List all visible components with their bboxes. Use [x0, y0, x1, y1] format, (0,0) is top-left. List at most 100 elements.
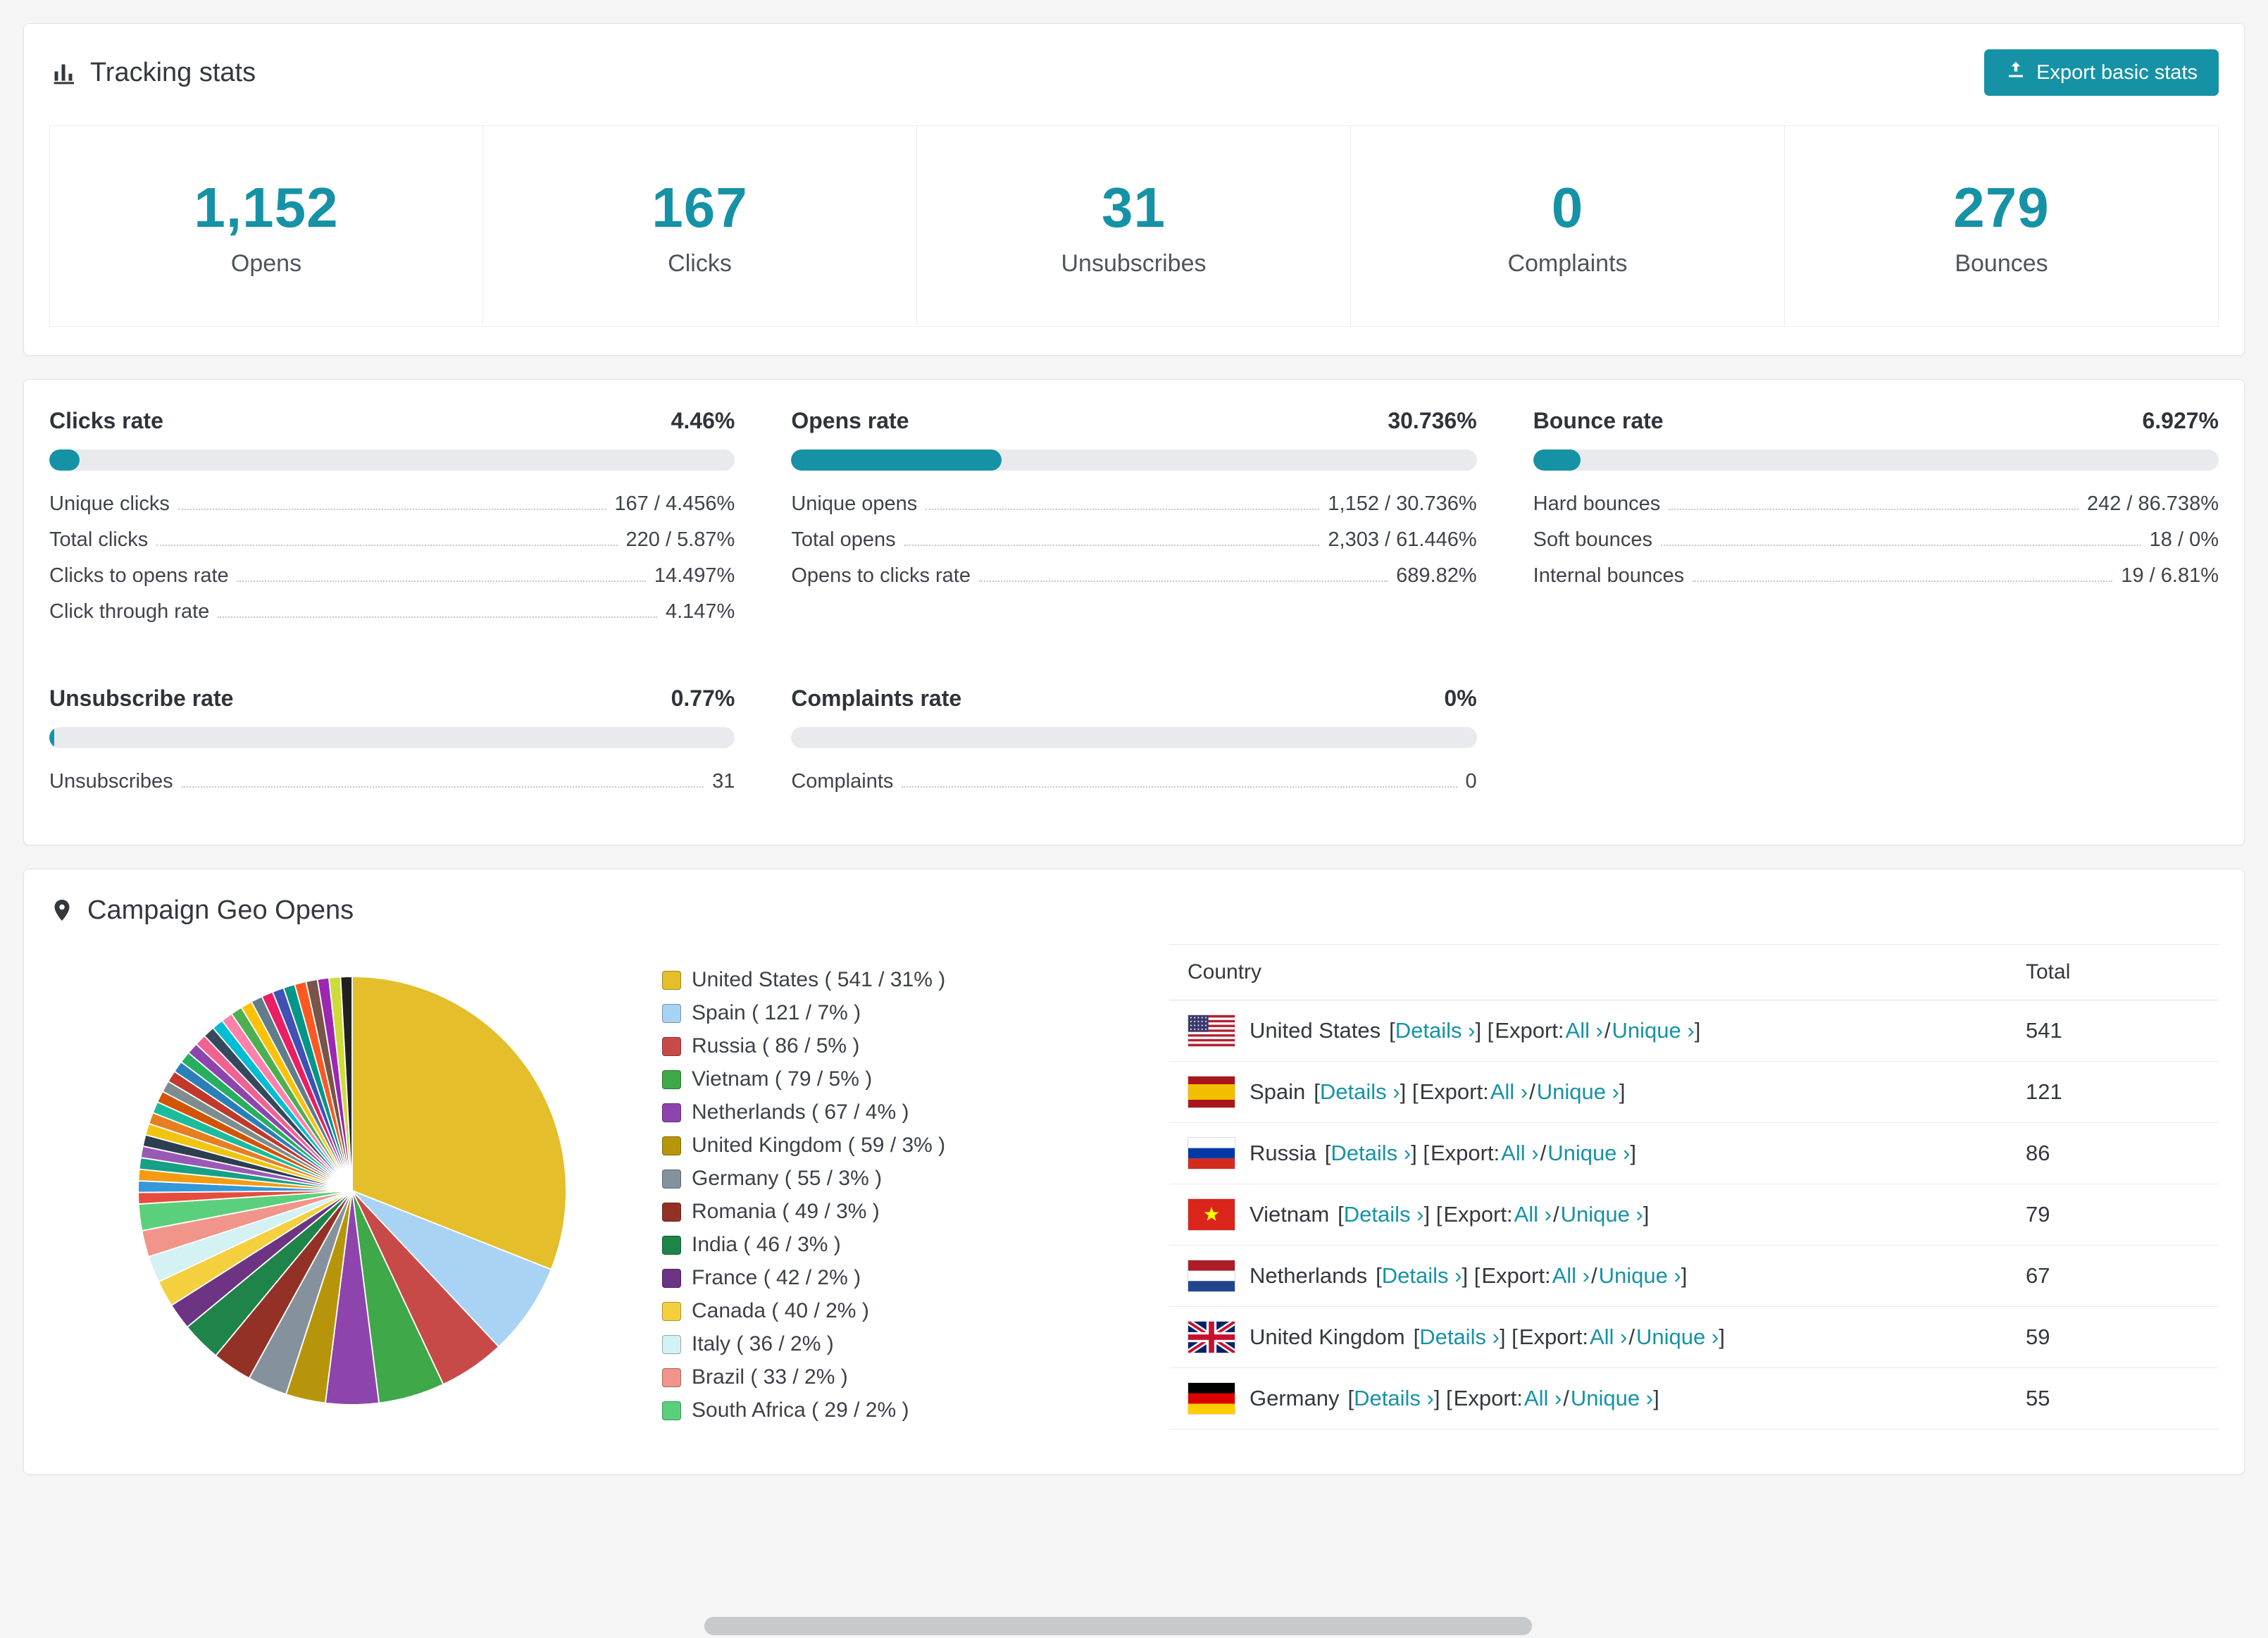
- country-header: Country: [1169, 944, 2007, 1000]
- legend-label: Brazil ( 33 / 2% ): [692, 1365, 848, 1389]
- metric-row: Unique opens 1,152 / 30.736%: [791, 482, 1476, 518]
- rate-rows: Unique clicks 167 / 4.456% Total clicks …: [49, 482, 735, 626]
- country-total: 79: [2007, 1184, 2219, 1246]
- legend-label: Spain ( 121 / 7% ): [692, 1001, 861, 1024]
- legend-item[interactable]: Romania ( 49 / 3% ): [662, 1200, 1085, 1224]
- country-export-all-link[interactable]: All ›: [1501, 1141, 1538, 1166]
- rate-rows: Complaints 0: [791, 759, 1476, 795]
- legend-swatch: [662, 1202, 681, 1222]
- export-prefix: Export:: [1519, 1324, 1588, 1349]
- legend-swatch: [662, 970, 681, 990]
- country-export-unique-link[interactable]: Unique ›: [1636, 1324, 1719, 1350]
- country-details-link[interactable]: Details ›: [1395, 1018, 1476, 1043]
- country-name: Germany: [1250, 1386, 1340, 1410]
- country-details-link[interactable]: Details ›: [1320, 1079, 1400, 1105]
- progress-fill: [1533, 449, 1581, 471]
- legend-label: United States ( 541 / 31% ): [692, 968, 946, 991]
- metric-label: Unique clicks: [49, 492, 170, 515]
- country-details-link[interactable]: Details ›: [1419, 1324, 1500, 1350]
- country-export-all-link[interactable]: All ›: [1524, 1386, 1562, 1411]
- rate-block: Clicks rate 4.46% Unique clicks 167 / 4.…: [49, 408, 735, 626]
- table-row: Spain [Details ›] [Export: All › / Uniqu…: [1169, 1061, 2219, 1123]
- country-export-all-link[interactable]: All ›: [1552, 1263, 1590, 1289]
- export-prefix: Export:: [1430, 1141, 1500, 1165]
- country-name: United States: [1250, 1018, 1381, 1043]
- country-export-unique-link[interactable]: Unique ›: [1547, 1141, 1630, 1166]
- legend-swatch: [662, 1268, 681, 1288]
- metric-label: Unique opens: [791, 492, 918, 515]
- legend-item[interactable]: Spain ( 121 / 7% ): [662, 1001, 1085, 1025]
- country-export-unique-link[interactable]: Unique ›: [1571, 1386, 1653, 1411]
- country-total: 59: [2007, 1306, 2219, 1368]
- legend-item[interactable]: France ( 42 / 2% ): [662, 1266, 1085, 1290]
- country-export-all-link[interactable]: All ›: [1514, 1202, 1552, 1227]
- horizontal-scrollbar-thumb[interactable]: [704, 1617, 1532, 1635]
- metric-label: Opens to clicks rate: [791, 564, 971, 587]
- export-basic-stats-button[interactable]: Export basic stats: [1984, 49, 2219, 96]
- export-icon: [2005, 59, 2026, 86]
- stat-label: Unsubscribes: [1061, 249, 1207, 277]
- legend-item[interactable]: Brazil ( 33 / 2% ): [662, 1365, 1085, 1389]
- export-prefix: Export:: [1481, 1263, 1551, 1288]
- legend-label: India ( 46 / 3% ): [692, 1233, 841, 1256]
- country-flag-icon: [1188, 1198, 1235, 1231]
- country-flag-icon: [1188, 1321, 1235, 1353]
- progress-fill: [49, 727, 55, 748]
- geo-table-wrapper: Country Total United States [Details ›] …: [1169, 944, 2219, 1429]
- legend-item[interactable]: United Kingdom ( 59 / 3% ): [662, 1134, 1085, 1158]
- legend-item[interactable]: India ( 46 / 3% ): [662, 1233, 1085, 1257]
- progress-fill: [49, 449, 80, 471]
- country-export-unique-link[interactable]: Unique ›: [1537, 1079, 1619, 1105]
- rate-block: Complaints rate 0% Complaints 0: [791, 685, 1477, 795]
- map-pin-icon: [49, 895, 75, 926]
- country-export-unique-link[interactable]: Unique ›: [1599, 1263, 1681, 1289]
- progress-bar: [49, 449, 735, 471]
- country-flag-icon: [1188, 1015, 1235, 1047]
- geo-content: United States ( 541 / 31% ) Spain ( 121 …: [24, 926, 2244, 1432]
- dotted-leader: [978, 581, 1388, 582]
- rate-percent: 4.46%: [671, 408, 735, 433]
- table-row: United Kingdom [Details ›] [Export: All …: [1169, 1306, 2219, 1368]
- legend-item[interactable]: Vietnam ( 79 / 5% ): [662, 1067, 1085, 1091]
- legend-item[interactable]: Netherlands ( 67 / 4% ): [662, 1100, 1085, 1124]
- legend-item[interactable]: Russia ( 86 / 5% ): [662, 1034, 1085, 1058]
- export-button-label: Export basic stats: [2036, 61, 2198, 84]
- country-details-link[interactable]: Details ›: [1331, 1141, 1411, 1166]
- legend-item[interactable]: Germany ( 55 / 3% ): [662, 1167, 1085, 1191]
- export-prefix: Export:: [1443, 1202, 1513, 1227]
- progress-bar: [791, 449, 1477, 471]
- country-export-all-link[interactable]: All ›: [1590, 1324, 1627, 1350]
- metric-value: 167 / 4.456%: [614, 492, 735, 515]
- rate-title: Opens rate: [791, 408, 909, 433]
- rate-block: Unsubscribe rate 0.77% Unsubscribes 31: [49, 685, 735, 795]
- metric-value: 689.82%: [1396, 564, 1477, 587]
- legend-item[interactable]: South Africa ( 29 / 2% ): [662, 1398, 1085, 1422]
- metric-value: 242 / 86.738%: [2086, 492, 2219, 515]
- legend-item[interactable]: United States ( 541 / 31% ): [662, 968, 1085, 992]
- metric-value: 18 / 0%: [2149, 528, 2219, 551]
- legend-item[interactable]: Italy ( 36 / 2% ): [662, 1332, 1085, 1356]
- rate-rows: Unique opens 1,152 / 30.736% Total opens…: [791, 482, 1476, 590]
- legend-swatch: [662, 1136, 681, 1155]
- legend-label: United Kingdom ( 59 / 3% ): [692, 1134, 946, 1157]
- legend-label: Germany ( 55 / 3% ): [692, 1167, 883, 1190]
- stat-value: 167: [652, 175, 748, 239]
- rates-card: Clicks rate 4.46% Unique clicks 167 / 4.…: [23, 379, 2245, 845]
- country-details-link[interactable]: Details ›: [1382, 1263, 1462, 1289]
- metric-row: Clicks to opens rate 14.497%: [49, 554, 735, 590]
- geo-pie-chart: [137, 976, 567, 1406]
- country-export-all-link[interactable]: All ›: [1490, 1079, 1528, 1105]
- legend-item[interactable]: Canada ( 40 / 2% ): [662, 1299, 1085, 1323]
- country-details-link[interactable]: Details ›: [1344, 1202, 1424, 1227]
- rate-percent: 30.736%: [1388, 408, 1477, 433]
- legend-swatch: [662, 1334, 681, 1354]
- dotted-leader: [177, 509, 606, 510]
- country-name: United Kingdom: [1250, 1324, 1405, 1349]
- metric-row: Soft bounces 18 / 0%: [1533, 518, 2219, 554]
- country-details-link[interactable]: Details ›: [1354, 1386, 1434, 1411]
- progress-fill: [791, 449, 1002, 471]
- country-export-all-link[interactable]: All ›: [1566, 1018, 1603, 1043]
- country-export-unique-link[interactable]: Unique ›: [1561, 1202, 1643, 1227]
- country-export-unique-link[interactable]: Unique ›: [1612, 1018, 1695, 1043]
- table-header-row: Country Total: [1169, 944, 2219, 1000]
